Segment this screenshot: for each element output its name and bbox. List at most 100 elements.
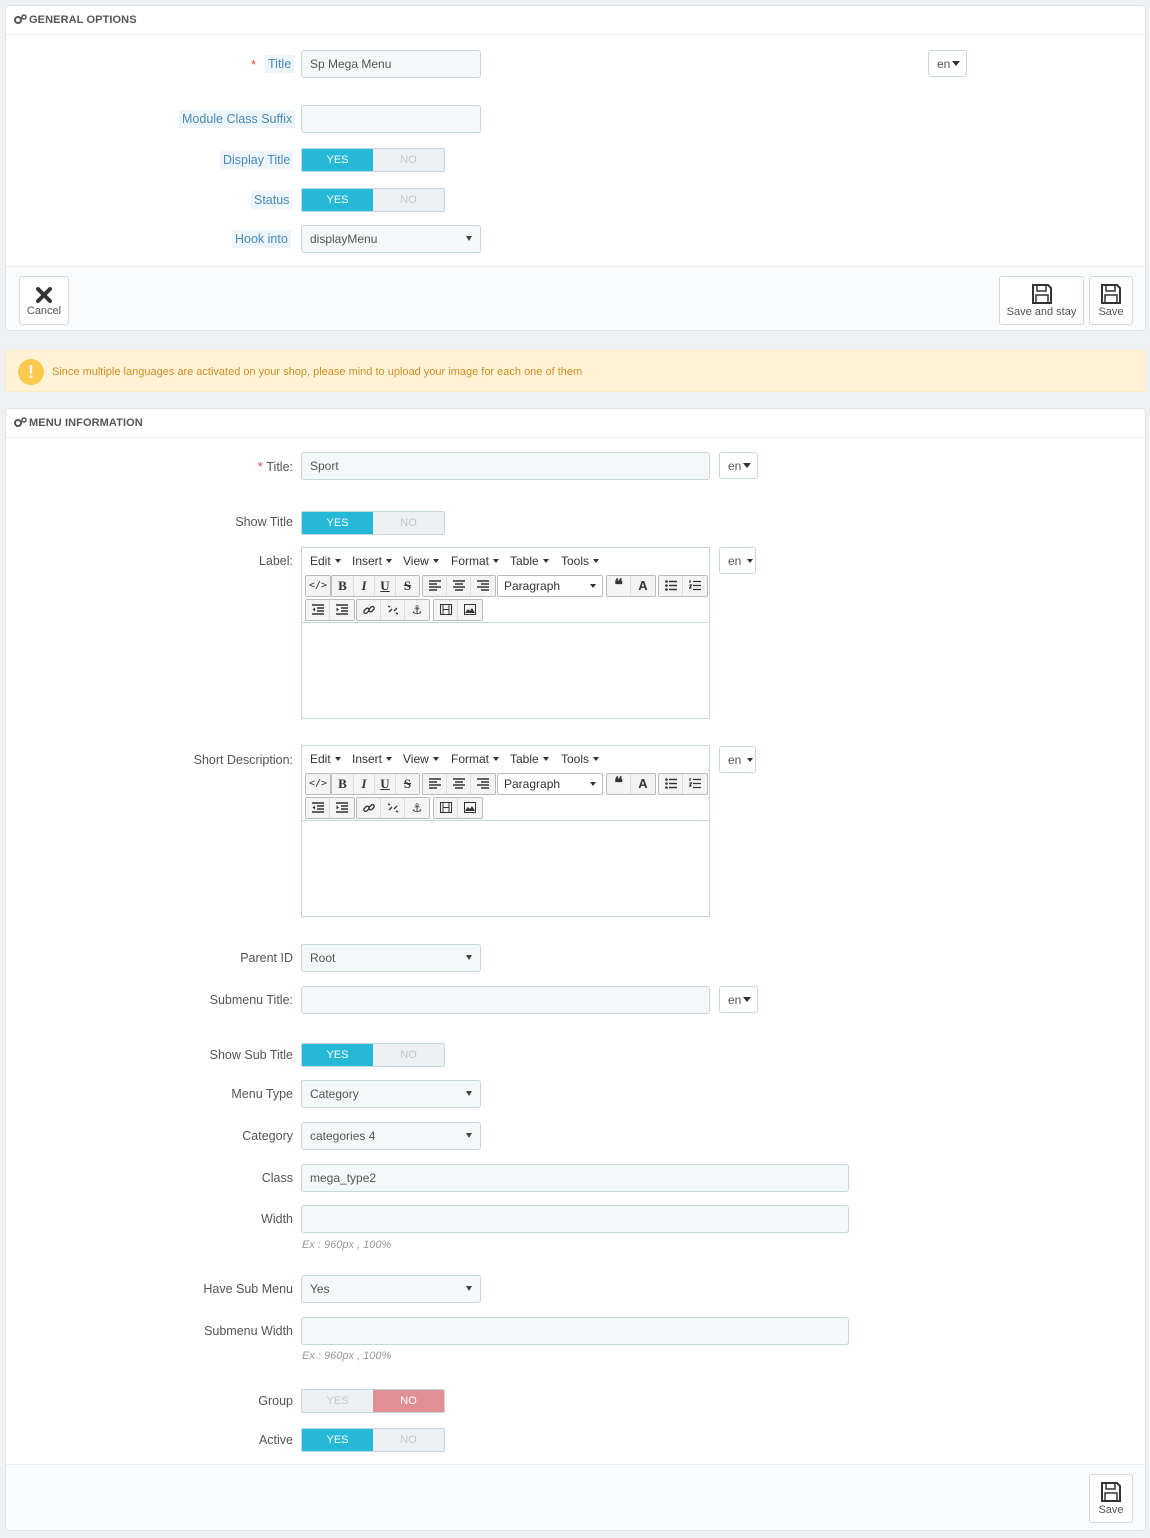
- anchor-icon[interactable]: ⚓: [405, 798, 429, 818]
- strikethrough-icon[interactable]: S: [396, 774, 419, 794]
- blockquote-icon[interactable]: ❝: [607, 774, 631, 794]
- align-right-icon[interactable]: [471, 576, 495, 596]
- unlink-icon[interactable]: [381, 798, 405, 818]
- editor-menu-view[interactable]: View: [403, 554, 439, 568]
- italic-icon[interactable]: I: [354, 576, 375, 596]
- status-no[interactable]: NO: [373, 189, 444, 211]
- title-input[interactable]: Sp Mega Menu: [301, 50, 481, 78]
- link-icon[interactable]: [357, 798, 381, 818]
- have-sub-menu-select[interactable]: Yes: [301, 1275, 481, 1303]
- title-language-dropdown[interactable]: en: [928, 50, 967, 77]
- menu-title-input[interactable]: Sport: [301, 452, 710, 480]
- active-yes[interactable]: YES: [302, 1429, 373, 1451]
- class-input[interactable]: mega_type2: [301, 1164, 849, 1192]
- save-button[interactable]: Save: [1089, 276, 1133, 325]
- editor-menu-edit[interactable]: Edit: [310, 752, 341, 766]
- indent-icon[interactable]: [330, 798, 354, 818]
- parent-id-select[interactable]: Root: [301, 944, 481, 972]
- image-icon[interactable]: [458, 600, 482, 620]
- status-yes[interactable]: YES: [302, 189, 373, 211]
- group-yes[interactable]: YES: [302, 1390, 373, 1412]
- outdent-icon[interactable]: [306, 600, 330, 620]
- underline-icon[interactable]: U: [375, 576, 396, 596]
- text-color-icon[interactable]: A: [631, 576, 655, 596]
- bold-icon[interactable]: B: [332, 576, 354, 596]
- show-title-switch[interactable]: YES NO: [301, 511, 445, 535]
- width-help-text: Ex : 960px , 100%: [302, 1239, 392, 1251]
- menu-title-language-dropdown[interactable]: en: [719, 452, 758, 479]
- general-options-panel: GENERAL OPTIONS * Title Sp Mega Menu en …: [5, 5, 1146, 331]
- source-code-icon[interactable]: </>: [306, 576, 330, 596]
- editor-menu-format[interactable]: Format: [451, 752, 500, 766]
- source-code-icon[interactable]: </>: [306, 774, 330, 794]
- group-switch[interactable]: YES NO: [301, 1389, 445, 1413]
- link-icon[interactable]: [357, 600, 381, 620]
- multilanguage-warning-alert: ! Since multiple languages are activated…: [5, 350, 1146, 392]
- underline-icon[interactable]: U: [375, 774, 396, 794]
- submenu-width-input[interactable]: [301, 1317, 849, 1345]
- image-icon[interactable]: [458, 798, 482, 818]
- hook-into-label: Hook into: [232, 230, 291, 248]
- module-class-suffix-input[interactable]: [301, 105, 481, 133]
- strikethrough-icon[interactable]: S: [396, 576, 419, 596]
- short-description-editor[interactable]: Edit Insert View Format Table Tools </> …: [301, 745, 710, 917]
- editor-menu-view[interactable]: View: [403, 752, 439, 766]
- align-right-icon[interactable]: [471, 774, 495, 794]
- editor-menu-table[interactable]: Table: [510, 752, 549, 766]
- hook-into-select[interactable]: displayMenu: [301, 225, 481, 253]
- align-center-icon[interactable]: [447, 774, 471, 794]
- category-select[interactable]: categories 4: [301, 1122, 481, 1150]
- editor-menu-tools[interactable]: Tools: [561, 554, 600, 568]
- active-no[interactable]: NO: [373, 1429, 444, 1451]
- tb-group-list: [658, 773, 708, 795]
- show-sub-title-no[interactable]: NO: [373, 1044, 444, 1066]
- group-no[interactable]: NO: [373, 1390, 444, 1412]
- editor-menu-edit[interactable]: Edit: [310, 554, 341, 568]
- save-button[interactable]: Save: [1089, 1474, 1133, 1523]
- bold-icon[interactable]: B: [332, 774, 354, 794]
- numbered-list-icon[interactable]: [683, 576, 707, 596]
- show-title-no[interactable]: NO: [373, 512, 444, 534]
- label-language-dropdown[interactable]: en: [719, 547, 756, 574]
- text-color-icon[interactable]: A: [631, 774, 655, 794]
- bullet-list-icon[interactable]: [659, 576, 683, 596]
- italic-icon[interactable]: I: [354, 774, 375, 794]
- editor-menu-insert[interactable]: Insert: [352, 554, 393, 568]
- submenu-title-language-dropdown[interactable]: en: [719, 986, 758, 1013]
- show-title-yes[interactable]: YES: [302, 512, 373, 534]
- active-switch[interactable]: YES NO: [301, 1428, 445, 1452]
- format-select[interactable]: Paragraph: [497, 575, 603, 597]
- cancel-button[interactable]: Cancel: [19, 276, 69, 325]
- parent-id-value: Root: [310, 951, 336, 965]
- editor-menu-insert[interactable]: Insert: [352, 752, 393, 766]
- align-center-icon[interactable]: [447, 576, 471, 596]
- editor-menu-tools[interactable]: Tools: [561, 752, 600, 766]
- menu-type-select[interactable]: Category: [301, 1080, 481, 1108]
- indent-icon[interactable]: [330, 600, 354, 620]
- bullet-list-icon[interactable]: [659, 774, 683, 794]
- align-left-icon[interactable]: [423, 576, 447, 596]
- blockquote-icon[interactable]: ❝: [607, 576, 631, 596]
- display-title-switch[interactable]: YES NO: [301, 148, 445, 172]
- format-select[interactable]: Paragraph: [497, 773, 603, 795]
- show-sub-title-switch[interactable]: YES NO: [301, 1043, 445, 1067]
- save-and-stay-button[interactable]: Save and stay: [999, 276, 1084, 325]
- display-title-no[interactable]: NO: [373, 149, 444, 171]
- anchor-icon[interactable]: ⚓: [405, 600, 429, 620]
- unlink-icon[interactable]: [381, 600, 405, 620]
- submenu-title-input[interactable]: [301, 986, 710, 1014]
- editor-menu-format[interactable]: Format: [451, 554, 500, 568]
- numbered-list-icon[interactable]: [683, 774, 707, 794]
- caret-down-icon: [743, 997, 752, 1002]
- media-icon[interactable]: [434, 798, 458, 818]
- media-icon[interactable]: [434, 600, 458, 620]
- status-switch[interactable]: YES NO: [301, 188, 445, 212]
- outdent-icon[interactable]: [306, 798, 330, 818]
- editor-menu-table[interactable]: Table: [510, 554, 549, 568]
- short-description-language-dropdown[interactable]: en: [719, 746, 756, 773]
- display-title-yes[interactable]: YES: [302, 149, 373, 171]
- width-input[interactable]: [301, 1205, 849, 1233]
- label-editor[interactable]: Edit Insert View Format Table Tools </> …: [301, 547, 710, 719]
- align-left-icon[interactable]: [423, 774, 447, 794]
- show-sub-title-yes[interactable]: YES: [302, 1044, 373, 1066]
